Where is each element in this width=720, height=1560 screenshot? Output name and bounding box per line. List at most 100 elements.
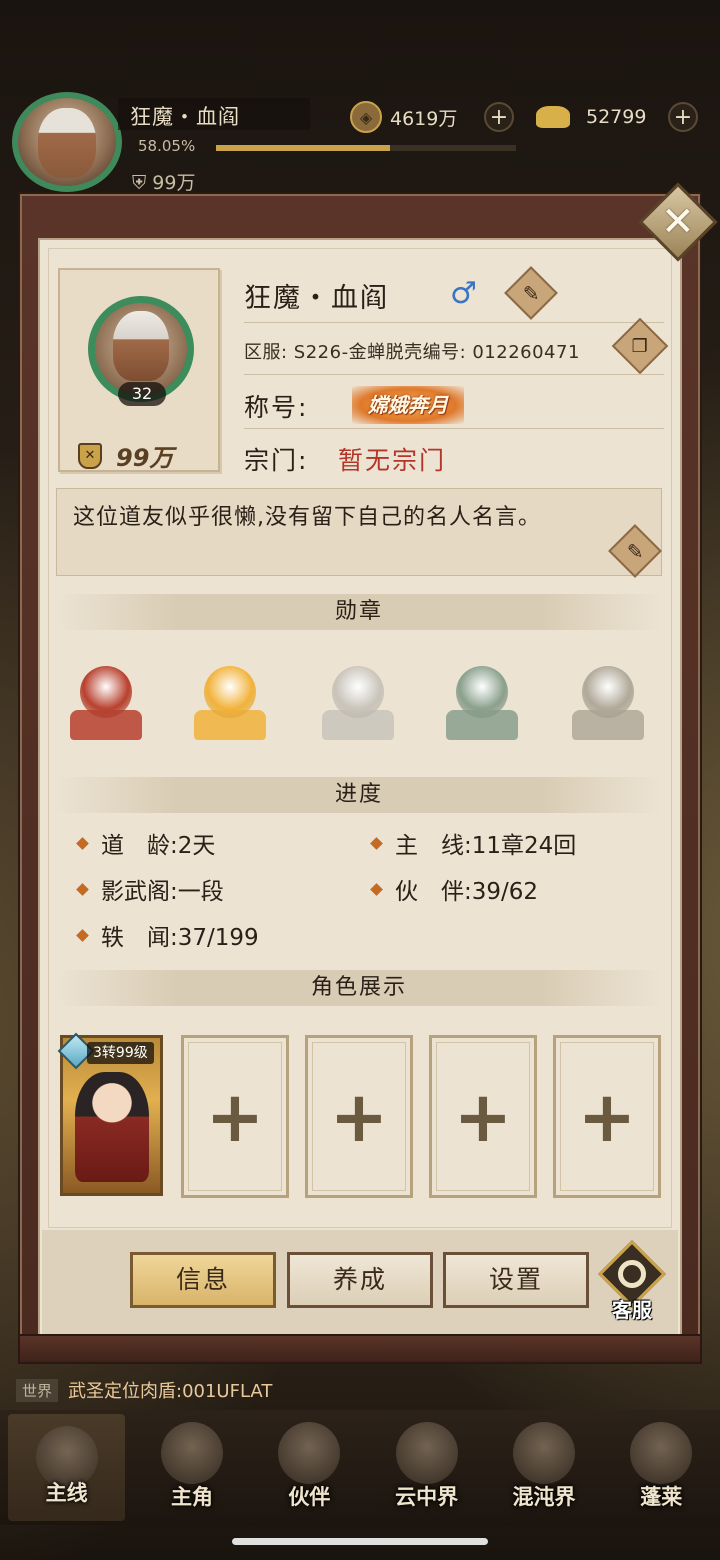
medal-emblem	[332, 666, 384, 718]
portrait-card[interactable]: 32 ✕ 99万	[58, 268, 220, 472]
goddess-medal-icon[interactable]	[188, 660, 272, 744]
portrait-face	[113, 311, 169, 381]
bullet-diamond-icon	[76, 882, 89, 896]
sage-medal-icon[interactable]	[566, 660, 650, 744]
hud-exp-fill	[216, 145, 391, 151]
hud-power: ⛨ 99万	[132, 172, 196, 194]
nav-label: 混沌界	[512, 1485, 576, 1509]
hud-avatar[interactable]	[12, 92, 122, 192]
medal-emblem	[582, 666, 634, 718]
portrait-level: 32	[118, 382, 166, 406]
sect-value: 暂无宗门	[338, 446, 447, 475]
sect-label: 宗门:	[244, 446, 309, 475]
showcase-empty-slot[interactable]: +	[429, 1035, 537, 1198]
nav-label: 云中界	[395, 1485, 459, 1509]
motto-text: 这位道友似乎很懒,没有留下自己的名人名言。	[73, 505, 541, 530]
showcase-empty-slot[interactable]: +	[305, 1035, 413, 1198]
nav-cloud-realm[interactable]: 云中界	[368, 1410, 485, 1525]
close-icon: ✕	[661, 198, 695, 245]
service-label: 客服	[612, 1298, 652, 1322]
character-portrait	[75, 1072, 149, 1182]
progress-section-header: 进度	[56, 777, 662, 813]
medal-emblem	[456, 666, 508, 718]
nav-penglai[interactable]: 蓬莱	[603, 1410, 720, 1525]
plus-icon: +	[329, 1075, 389, 1158]
progress-shadow-pavilion-text: 影武阁:一段	[101, 879, 224, 905]
power-shield-icon: ✕	[78, 442, 102, 469]
nav-label: 蓬莱	[640, 1485, 683, 1509]
plus-icon: +	[577, 1075, 637, 1158]
gold-value: 52799	[586, 106, 647, 128]
progress-anecdotes: 轶 闻:37/199	[76, 918, 259, 952]
character-level: 3转99级	[87, 1042, 154, 1064]
nav-main-line[interactable]: 主线	[8, 1414, 126, 1521]
bullet-diamond-icon	[370, 836, 383, 850]
tab-info[interactable]: 信息	[130, 1252, 276, 1308]
mask-icon	[512, 1422, 575, 1484]
warrior-icon	[160, 1422, 223, 1484]
title-label: 称号:	[244, 393, 309, 422]
hud-exp-bar	[216, 145, 516, 151]
world-chat-line[interactable]: 世界 武圣定位肉盾:001UFLAT	[16, 1377, 272, 1403]
server-info: 区服: S226-金蝉脱壳编号: 012260471	[244, 342, 580, 363]
medals-section-header: 勋章	[56, 594, 662, 630]
nav-protagonist[interactable]: 主角	[133, 1410, 250, 1525]
progress-main-line-text: 主 线:11章24回	[395, 833, 577, 859]
slot-inner: +	[560, 1042, 654, 1191]
nav-chaos-realm[interactable]: 混沌界	[485, 1410, 602, 1525]
plus-icon: +	[205, 1075, 265, 1158]
slot-inner: +	[188, 1042, 282, 1191]
dialog-frame-bottom	[18, 1334, 702, 1364]
sage-icon	[630, 1422, 693, 1484]
divider	[244, 428, 664, 429]
bullet-diamond-icon	[76, 836, 89, 850]
motto-box: 这位道友似乎很懒,没有留下自己的名人名言。	[56, 488, 662, 576]
progress-anecdotes-text: 轶 闻:37/199	[101, 925, 259, 951]
profile-name: 狂魔・血阎	[244, 283, 389, 314]
treasure-medal-icon[interactable]	[64, 660, 148, 744]
headset-icon	[618, 1260, 646, 1288]
brush-icon: ✎	[522, 280, 540, 305]
tab-cultivate[interactable]: 养成	[287, 1252, 433, 1308]
nav-label: 主角	[170, 1485, 213, 1509]
add-gold-button[interactable]: +	[668, 102, 698, 132]
beast-medal-icon[interactable]	[440, 660, 524, 744]
chat-channel-tag: 世界	[16, 1378, 59, 1402]
male-gender-icon: ♂	[450, 276, 477, 311]
title-badge[interactable]: 嫦娥奔月	[352, 386, 464, 424]
slot-inner: +	[436, 1042, 530, 1191]
copper-currency: ◈ 4619万 +	[350, 100, 514, 134]
hud-avatar-face	[38, 108, 96, 178]
helmet-icon	[278, 1422, 341, 1484]
divider	[244, 374, 664, 375]
tab-settings[interactable]: 设置	[443, 1252, 589, 1308]
customer-service-button[interactable]: 客服	[598, 1240, 666, 1322]
hud-power-value: 99万	[152, 172, 196, 194]
palace-medal-icon[interactable]	[316, 660, 400, 744]
gold-ingot-icon	[536, 106, 570, 128]
pagoda-icon	[395, 1422, 458, 1484]
showcase-empty-slot[interactable]: +	[553, 1035, 661, 1198]
hud-exp-percent: 58.05%	[138, 137, 196, 155]
bullet-diamond-icon	[370, 882, 383, 896]
copper-coin-icon: ◈	[350, 101, 382, 133]
nav-partners[interactable]: 伙伴	[251, 1410, 368, 1525]
divider	[244, 322, 664, 323]
progress-partners: 伙 伴:39/62	[370, 872, 538, 906]
showcase-empty-slot[interactable]: +	[181, 1035, 289, 1198]
home-indicator[interactable]	[232, 1538, 488, 1545]
portrait-power-value: 99万	[116, 444, 174, 472]
nav-label: 伙伴	[288, 1485, 331, 1509]
bullet-diamond-icon	[76, 928, 89, 942]
copy-icon: ❐	[631, 335, 649, 357]
nav-label: 主线	[45, 1481, 88, 1505]
medal-emblem	[80, 666, 132, 718]
showcase-section-header: 角色展示	[56, 970, 662, 1006]
hud-player-name: 狂魔・血阎	[118, 98, 310, 130]
progress-shadow-pavilion: 影武阁:一段	[76, 872, 224, 906]
copper-value: 4619万	[390, 107, 458, 130]
showcase-character-card[interactable]: 3转99级	[57, 1032, 163, 1196]
add-copper-button[interactable]: +	[484, 102, 514, 132]
portrait-power: ✕ 99万	[78, 438, 173, 473]
plus-icon: +	[453, 1075, 513, 1158]
